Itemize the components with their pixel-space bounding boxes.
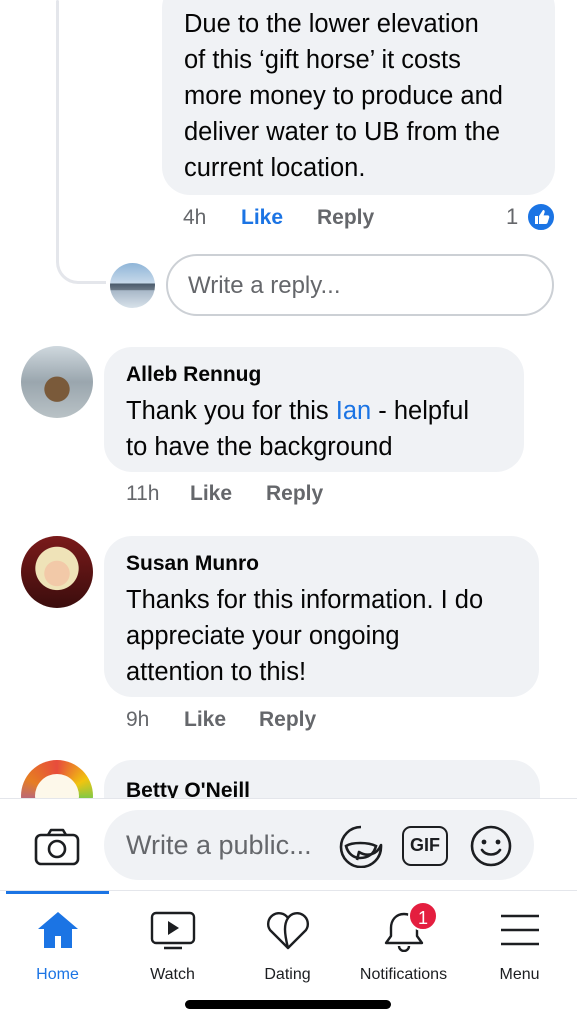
comment-bubble: Alleb Rennug Thank you for this Ian - he… [104,347,524,472]
comment-text-line: Thanks for this information. I do [126,586,484,614]
thumbs-up-icon[interactable] [526,202,556,232]
composer-placeholder: Write a public... [126,830,312,860]
comment-actions: 9h Like Reply [126,708,376,736]
mention-link[interactable]: Ian [336,397,371,425]
home-indicator[interactable] [185,1000,391,1009]
reply-actions: 4h Like Reply [183,206,433,234]
comment-author[interactable]: Alleb Rennug [126,361,469,389]
tab-label: Watch [150,966,195,983]
comment-text-line: appreciate your ongoing [126,622,400,650]
emoji-icon[interactable] [469,824,513,873]
thread-line [56,0,59,262]
reply-bubble: Due to the lower elevation of this ‘gift… [162,0,555,195]
tab-menu[interactable]: Menu [462,910,577,992]
gif-icon[interactable]: GIF [402,826,448,866]
reply-input[interactable]: Write a reply... [166,254,554,316]
comment-text: Thank you for this Ian - helpful [126,393,469,429]
avatar[interactable] [21,346,93,418]
tab-notifications[interactable]: Notifications [346,910,461,992]
reply-text-line: of this ‘gift horse’ it costs [184,46,461,74]
like-button[interactable]: Like [190,482,232,506]
timestamp: 9h [126,708,150,731]
comment-bubble: Susan Munro Thanks for this information.… [104,536,539,697]
tab-label: Menu [499,966,540,983]
tab-dating[interactable]: Dating [230,910,345,992]
home-icon [37,912,78,948]
like-button[interactable]: Like [241,206,283,230]
comment-text-part: Thank you for this [126,397,336,425]
reply-text-line: current location. [184,154,366,182]
comment-text-part: - helpful [371,397,470,425]
comment-text-line: to have the background [126,433,393,461]
reply-text-line: deliver water to UB from the [184,118,501,146]
tab-label: Notifications [359,966,448,983]
reply-button[interactable]: Reply [317,206,374,230]
notification-badge: 1 [408,901,438,931]
comment-actions: 11h Like Reply [126,482,376,510]
watch-icon [150,911,195,950]
reply-text-line: more money to produce and [184,82,503,110]
comment-text-line: attention to this! [126,658,307,686]
avatar [110,263,155,308]
timestamp: 4h [183,206,207,229]
reply-text-line: Due to the lower elevation [184,10,479,38]
reply-button[interactable]: Reply [266,482,323,506]
tab-watch[interactable]: Watch [115,910,230,992]
reply-input-placeholder: Write a reply... [188,272,341,299]
timestamp: 11h [126,482,160,505]
tab-label: Dating [264,966,311,983]
like-button[interactable]: Like [184,708,226,732]
camera-icon[interactable] [34,828,80,871]
tab-label: Home [36,966,79,983]
sticker-icon[interactable] [338,824,384,873]
gif-label: GIF [410,835,440,855]
menu-icon [500,914,539,946]
like-count: 1 [506,204,519,229]
reply-button[interactable]: Reply [259,708,316,732]
active-tab-indicator [6,891,109,894]
thread-connector [56,240,106,284]
comment-author[interactable]: Susan Munro [126,550,483,578]
avatar[interactable] [21,536,93,608]
tab-home[interactable]: Home [0,910,115,992]
dating-icon [266,911,309,950]
